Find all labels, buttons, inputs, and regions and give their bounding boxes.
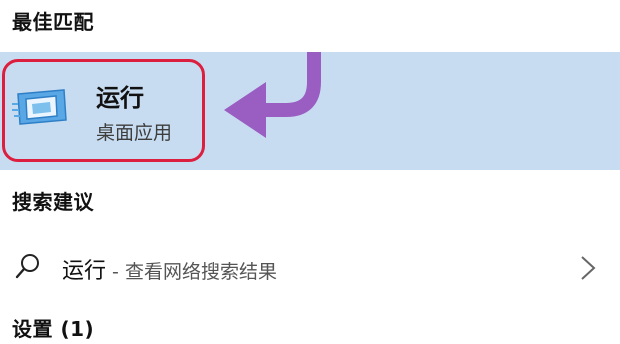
search-icon [15,254,39,279]
settings-heading: 设置 (1) [12,317,95,341]
curved-arrow-icon [224,52,321,138]
suggestion-query: 运行 [62,259,107,284]
app-name: 运行 [96,84,144,112]
run-app-icon [12,89,67,125]
suggestion-hint: 查看网络搜索结果 [124,261,277,283]
search-results-panel: 最佳匹配 运行 桌面应用 搜索建议 运行 - 查看网络搜索结果 设置 (1) [0,0,620,344]
app-type: 桌面应用 [96,122,173,144]
suggestion-separator: - [106,261,125,283]
suggestions-heading: 搜索建议 [12,190,94,214]
chevron-right-icon[interactable] [578,254,598,282]
best-match-heading: 最佳匹配 [12,10,94,34]
suggestion-text: 运行 - 查看网络搜索结果 [62,253,277,285]
